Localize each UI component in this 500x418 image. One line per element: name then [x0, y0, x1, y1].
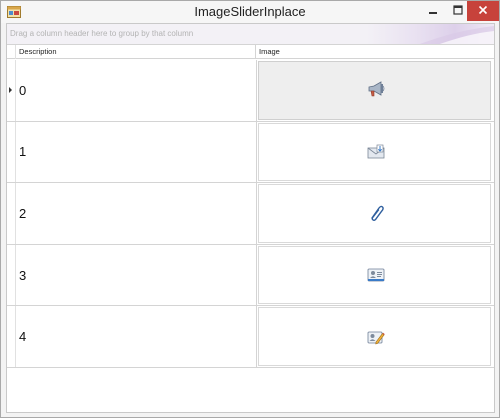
table-row[interactable]: 0 [7, 60, 494, 122]
minimize-icon [428, 2, 438, 20]
title-bar[interactable]: ImageSliderInplace [1, 1, 499, 23]
header-indicator-cell [7, 45, 16, 59]
table-row[interactable]: 3 [7, 244, 494, 307]
group-panel-hint: Drag a column header here to group by th… [10, 29, 194, 38]
maximize-icon [453, 2, 463, 20]
group-panel-decoration [419, 26, 494, 44]
minimize-button[interactable] [420, 1, 446, 21]
close-icon [478, 2, 488, 20]
row-indicator[interactable] [7, 244, 16, 306]
image-cell[interactable] [257, 245, 494, 306]
column-header-row: Description Image [7, 45, 494, 59]
row-indicator[interactable] [7, 121, 16, 183]
description-cell[interactable]: 4 [16, 306, 257, 367]
data-grid[interactable]: Drag a column header here to group by th… [6, 23, 495, 413]
mail-receive-icon [366, 142, 386, 162]
current-row-arrow-icon [9, 87, 12, 93]
grid-rows: 0 1 2 3 4 [7, 60, 494, 368]
edit-contact-icon [366, 327, 386, 347]
row-indicator[interactable] [7, 183, 16, 244]
column-header-description[interactable]: Description [16, 45, 256, 59]
group-panel[interactable]: Drag a column header here to group by th… [7, 24, 494, 45]
image-cell[interactable] [257, 122, 494, 183]
description-cell[interactable]: 2 [16, 183, 257, 244]
description-cell[interactable]: 0 [16, 60, 257, 121]
paperclip-icon [366, 203, 386, 223]
table-row[interactable]: 1 [7, 121, 494, 184]
image-cell[interactable] [257, 183, 494, 244]
image-cell[interactable] [257, 60, 494, 121]
description-cell[interactable]: 1 [16, 121, 257, 183]
application-window: ImageSliderInplace Drag a column header … [0, 0, 500, 418]
image-cell[interactable] [257, 306, 494, 367]
row-indicator[interactable] [7, 60, 16, 121]
description-cell[interactable]: 3 [16, 244, 257, 306]
close-button[interactable] [467, 1, 499, 21]
table-row[interactable]: 4 [7, 306, 494, 368]
megaphone-icon [366, 80, 386, 100]
column-header-image[interactable]: Image [257, 45, 494, 59]
table-row[interactable]: 2 [7, 183, 494, 245]
row-indicator[interactable] [7, 306, 16, 367]
contact-card-icon [366, 265, 386, 285]
